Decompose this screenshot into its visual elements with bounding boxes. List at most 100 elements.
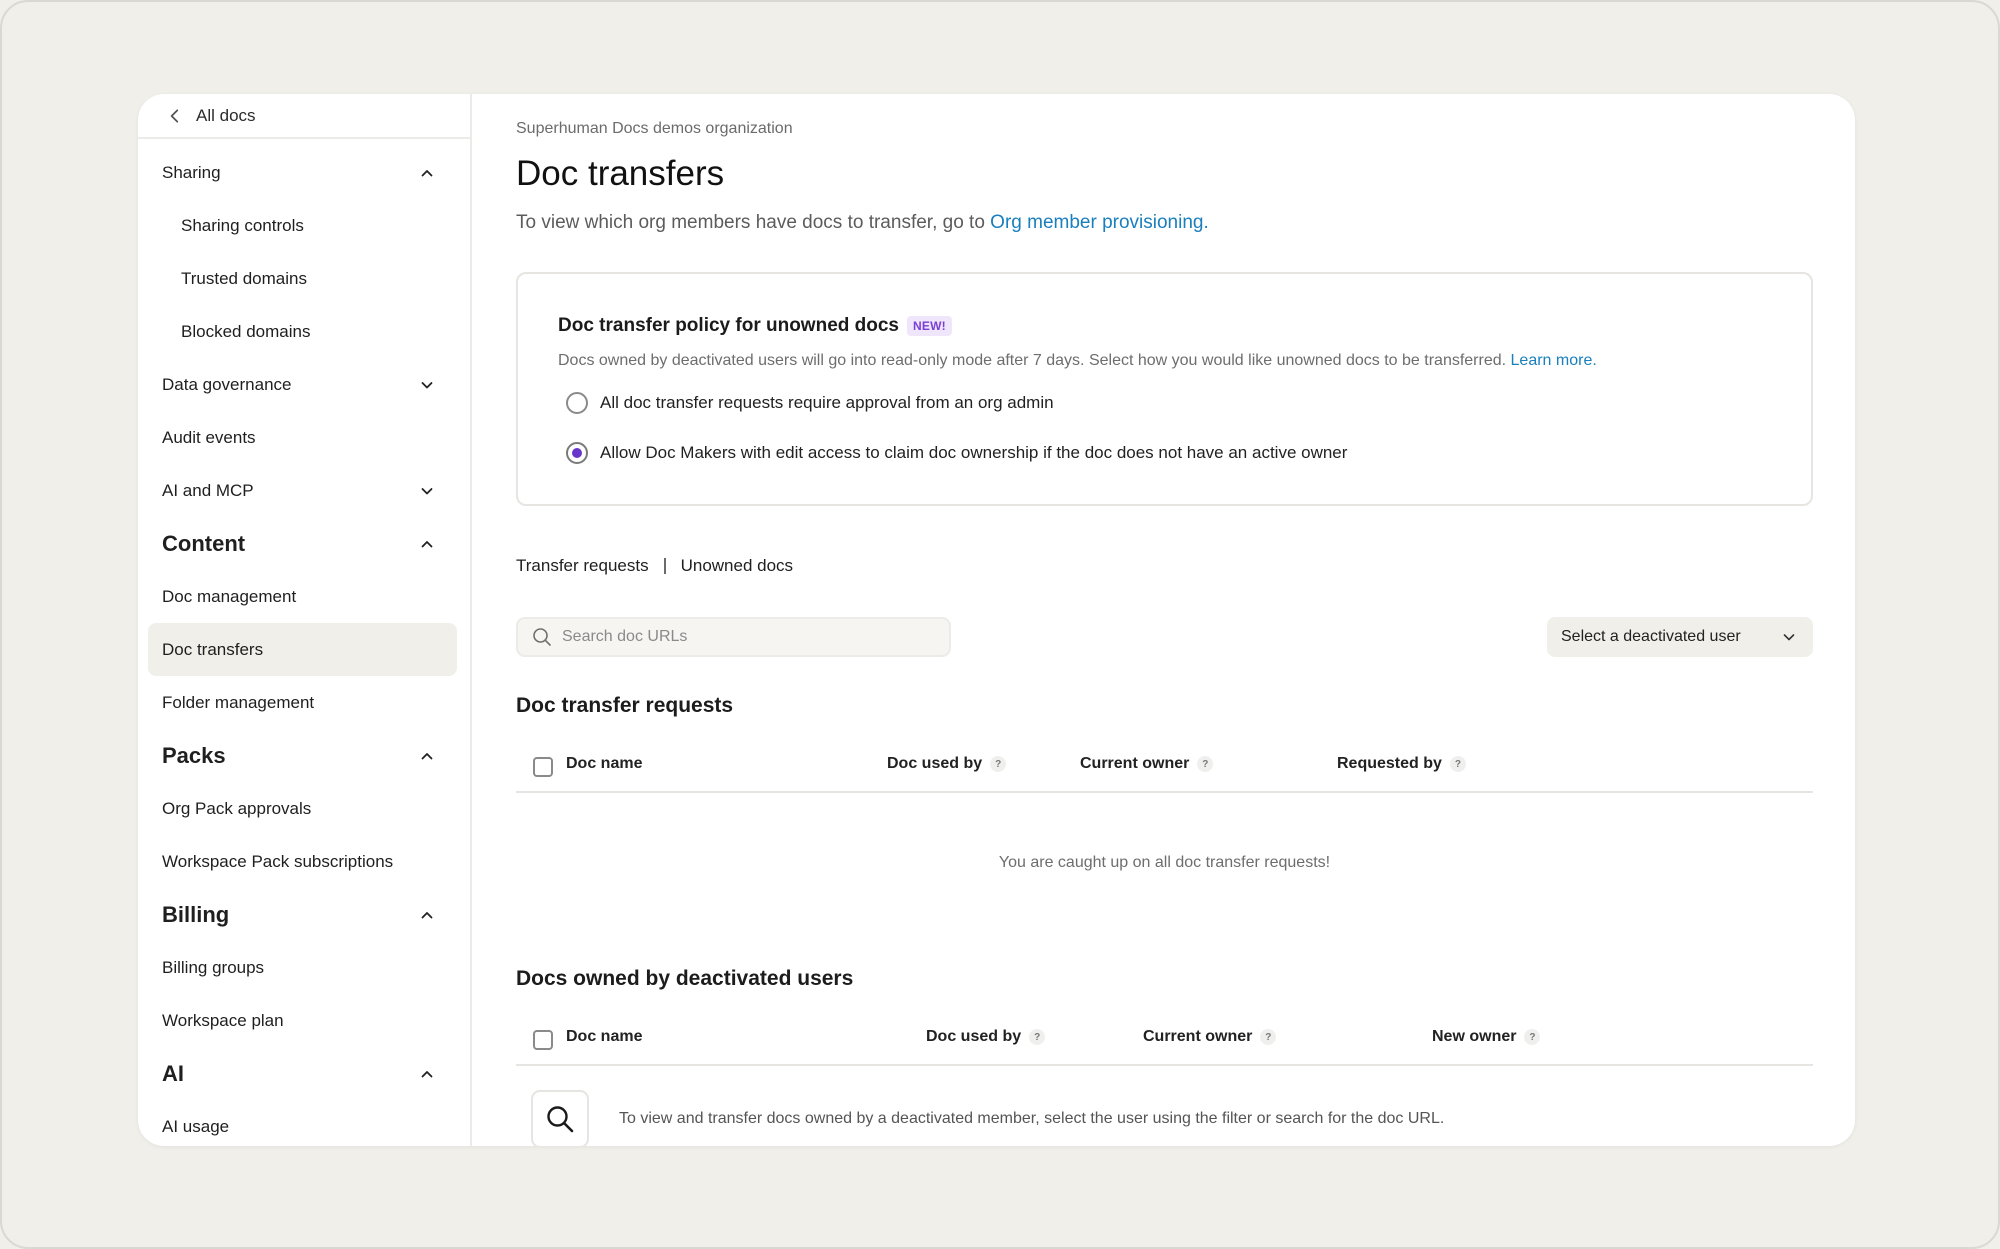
sidebar-item-label: Workspace Pack subscriptions [162, 851, 394, 871]
chevron-up-icon[interactable] [419, 748, 435, 764]
sidebar-item-workspace-pack-subscriptions[interactable]: Workspace Pack subscriptions [148, 835, 457, 888]
search-icon [533, 628, 551, 646]
sidebar-item-label: Workspace plan [162, 1010, 284, 1030]
sidebar-item-label: Content [162, 530, 246, 556]
sidebar-item-org-pack-approvals[interactable]: Org Pack approvals [148, 782, 457, 835]
help-icon[interactable]: ? [1260, 1029, 1277, 1045]
chevron-up-icon[interactable] [419, 907, 435, 923]
sidebar-item-blocked-domains[interactable]: Blocked domains [148, 305, 457, 358]
help-icon[interactable]: ? [1524, 1029, 1541, 1045]
deactivated-user-select-label: Select a deactivated user [1561, 628, 1741, 645]
column-requested-by[interactable]: Requested by? [1337, 755, 1466, 773]
sidebar-item-workspace-plan[interactable]: Workspace plan [148, 994, 457, 1047]
column-doc-used-by[interactable]: Doc used by? [926, 1028, 1046, 1046]
column-doc-used-by[interactable]: Doc used by? [887, 755, 1007, 773]
sidebar-item-label: Sharing [162, 162, 221, 182]
deactivated-section-title: Docs owned by deactivated users [516, 967, 854, 990]
checkbox[interactable] [533, 1030, 553, 1050]
policy-option-admin-approval[interactable]: All doc transfer requests require approv… [566, 392, 1054, 414]
policy-option-label: All doc transfer requests require approv… [600, 393, 1054, 412]
sidebar-item-label: Doc transfers [162, 639, 264, 659]
sidebar-item-trusted-domains[interactable]: Trusted domains [148, 252, 457, 305]
sidebar-item-packs[interactable]: Packs [148, 729, 457, 782]
sidebar-item-label: AI and MCP [162, 480, 254, 500]
back-to-all-docs-link[interactable]: All docs [138, 94, 470, 139]
sidebar-item-doc-transfers[interactable]: Doc transfers [148, 623, 457, 676]
column-label: New owner [1432, 1028, 1517, 1045]
requests-table-header: Doc name Doc used by? Current owner? Req… [516, 741, 1813, 793]
policy-card: Doc transfer policy for unowned docs NEW… [516, 272, 1813, 506]
policy-option-doc-makers-claim[interactable]: Allow Doc Makers with edit access to cla… [566, 442, 1347, 464]
column-label: Doc name [566, 755, 643, 772]
radio-button[interactable] [566, 392, 588, 414]
tab-transfer-requests[interactable]: Transfer requests [516, 556, 649, 576]
column-new-owner[interactable]: New owner? [1432, 1028, 1541, 1046]
sidebar-item-label: Folder management [162, 692, 315, 712]
policy-title-text: Doc transfer policy for unowned docs [558, 315, 899, 336]
chevron-up-icon[interactable] [419, 1066, 435, 1082]
column-current-owner[interactable]: Current owner? [1080, 755, 1214, 773]
magnifier-icon [547, 1106, 574, 1133]
select-all-checkbox[interactable] [533, 1030, 553, 1050]
deactivated-hint-row: To view and transfer docs owned by a dea… [531, 1090, 1444, 1146]
column-label: Doc used by [887, 755, 983, 772]
column-doc-name[interactable]: Doc name [566, 1028, 642, 1046]
sidebar-item-billing-groups[interactable]: Billing groups [148, 941, 457, 994]
intro-text-body: To view which org members have docs to t… [516, 212, 991, 233]
org-member-provisioning-link[interactable]: Org member provisioning. [990, 212, 1209, 233]
checkbox[interactable] [533, 757, 553, 777]
search-input[interactable] [562, 628, 942, 646]
policy-title: Doc transfer policy for unowned docs NEW… [558, 315, 952, 337]
sidebar-item-label: Data governance [162, 374, 292, 394]
sidebar-item-billing[interactable]: Billing [148, 888, 457, 941]
column-doc-name[interactable]: Doc name [566, 755, 642, 773]
help-icon[interactable]: ? [990, 756, 1007, 772]
column-label: Requested by [1337, 755, 1442, 772]
sidebar-item-audit-events[interactable]: Audit events [148, 411, 457, 464]
help-icon[interactable]: ? [1029, 1029, 1046, 1045]
sidebar-item-label: Audit events [162, 427, 256, 447]
sidebar-item-label: Blocked domains [181, 321, 311, 341]
sidebar-item-label: AI [162, 1060, 184, 1086]
sidebar-item-doc-management[interactable]: Doc management [148, 570, 457, 623]
select-all-checkbox[interactable] [533, 757, 553, 777]
deactivated-table-header: Doc name Doc used by? Current owner? New… [516, 1014, 1813, 1066]
deactivated-hint-text: To view and transfer docs owned by a dea… [619, 1110, 1445, 1127]
chevron-up-icon[interactable] [419, 536, 435, 552]
chevron-up-icon[interactable] [419, 165, 435, 181]
sidebar-item-label: Billing [162, 901, 230, 927]
sidebar-item-data-governance[interactable]: Data governance [148, 358, 457, 411]
search-hint-icon-box [531, 1090, 589, 1146]
help-icon[interactable]: ? [1197, 756, 1214, 772]
sidebar-item-ai[interactable]: AI [148, 1047, 457, 1100]
policy-description-text: Docs owned by deactivated users will go … [558, 352, 1511, 369]
radio-button[interactable] [566, 442, 588, 464]
sidebar-item-label: Trusted domains [181, 268, 307, 288]
deactivated-user-select[interactable]: Select a deactivated user [1547, 617, 1813, 657]
search-box[interactable] [516, 617, 951, 657]
column-label: Doc used by [926, 1028, 1022, 1045]
policy-option-label: Allow Doc Makers with edit access to cla… [600, 443, 1348, 462]
sidebar-item-label: Doc management [162, 586, 297, 606]
org-name: Superhuman Docs demos organization [516, 120, 793, 137]
sidebar-item-sharing-controls[interactable]: Sharing controls [148, 199, 457, 252]
sidebar-item-ai-usage[interactable]: AI usage [148, 1100, 457, 1146]
sidebar-item-folder-management[interactable]: Folder management [148, 676, 457, 729]
tab-divider [663, 558, 666, 574]
sidebar-item-label: AI usage [162, 1116, 230, 1136]
sidebar-item-label: Org Pack approvals [162, 798, 312, 818]
sidebar-item-sharing[interactable]: Sharing [148, 146, 457, 199]
help-icon[interactable]: ? [1449, 756, 1466, 772]
sidebar-item-ai-and-mcp[interactable]: AI and MCP [148, 464, 457, 517]
learn-more-link[interactable]: Learn more. [1511, 352, 1597, 369]
chevron-down-icon[interactable] [419, 483, 435, 499]
tab-unowned-docs[interactable]: Unowned docs [681, 556, 793, 576]
requests-empty-message: You are caught up on all doc transfer re… [998, 854, 1331, 871]
column-current-owner[interactable]: Current owner? [1143, 1028, 1277, 1046]
intro-text: To view which org members have docs to t… [516, 212, 1209, 234]
chevron-down-icon[interactable] [419, 377, 435, 393]
app-window: All docs Sharing Sharing controls Trusted … [138, 94, 1855, 1146]
tab-bar: Transfer requests Unowned docs [516, 556, 793, 576]
sidebar-item-content[interactable]: Content [148, 517, 457, 570]
page-title: Doc transfers [516, 154, 725, 193]
